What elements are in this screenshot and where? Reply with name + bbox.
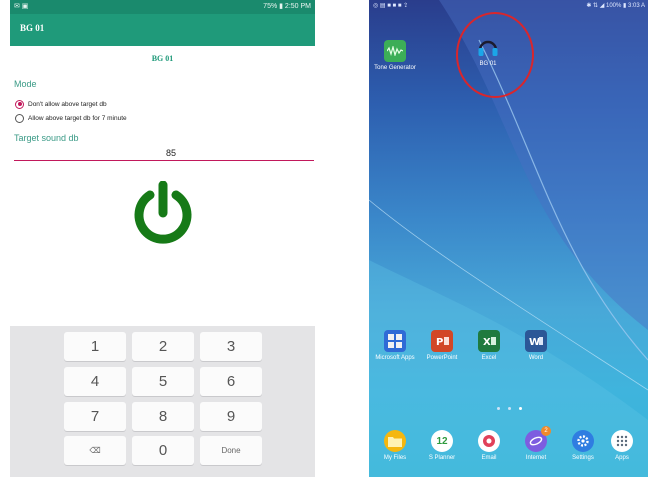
key-1[interactable]: 1 bbox=[64, 332, 126, 361]
notification-badge: 2 bbox=[541, 426, 551, 436]
app-label: PowerPoint bbox=[426, 355, 458, 361]
app-apps[interactable]: Apps bbox=[596, 430, 648, 462]
radio-button-unselected[interactable] bbox=[15, 113, 24, 123]
app-label: Word bbox=[528, 355, 544, 361]
key-5[interactable]: 5 bbox=[132, 367, 194, 396]
key-3[interactable]: 3 bbox=[200, 332, 262, 361]
powerpoint-icon: P bbox=[431, 330, 453, 352]
status-bar: ✉ ▣ 75% ▮ 2:50 PM bbox=[10, 0, 315, 14]
app-label: Email bbox=[481, 455, 497, 461]
page-indicator bbox=[497, 397, 530, 415]
app-email[interactable]: Email bbox=[463, 430, 515, 462]
target-sound-input[interactable] bbox=[14, 146, 314, 161]
radio-label: Don't allow above target db bbox=[28, 100, 107, 108]
calendar-icon: 12 bbox=[431, 430, 453, 452]
page-dot bbox=[508, 407, 511, 410]
backspace-key[interactable]: ⌫ bbox=[64, 436, 126, 465]
key-2[interactable]: 2 bbox=[132, 332, 194, 361]
status-icons: ◎ ▤ ■ ■ ■ ⇪ bbox=[373, 3, 409, 9]
app-bar-title: BG 01 bbox=[20, 23, 45, 33]
app-label: Tone Generator bbox=[374, 65, 416, 71]
key-4[interactable]: 4 bbox=[64, 367, 126, 396]
key-7[interactable]: 7 bbox=[64, 402, 126, 431]
app-my-files[interactable]: My Files bbox=[369, 430, 421, 462]
excel-icon: X bbox=[478, 330, 500, 352]
gear-icon bbox=[572, 430, 594, 452]
app-tone-generator[interactable]: Tone Generator bbox=[369, 40, 421, 72]
mode-label: Mode bbox=[14, 79, 37, 89]
app-label: Microsoft Apps bbox=[375, 355, 415, 361]
app-internet[interactable]: Internet bbox=[510, 430, 562, 462]
highlight-circle bbox=[456, 12, 534, 98]
target-sound-label: Target sound db bbox=[14, 133, 79, 143]
left-phone-screen: ✉ ▣ 75% ▮ 2:50 PM BG 01 BG 01 Mode Don't… bbox=[10, 0, 315, 477]
app-s-planner[interactable]: 12 S Planner bbox=[416, 430, 468, 462]
app-label: Apps bbox=[615, 455, 629, 461]
apps-grid-icon bbox=[611, 430, 633, 452]
folder-icon bbox=[384, 430, 406, 452]
word-icon: W bbox=[525, 330, 547, 352]
app-label: My Files bbox=[383, 455, 407, 461]
app-label: Excel bbox=[481, 355, 497, 361]
waveform-icon bbox=[384, 40, 406, 62]
key-0[interactable]: 0 bbox=[132, 436, 194, 465]
svg-text:P: P bbox=[436, 337, 443, 348]
numeric-keypad: 1 2 3 4 5 6 7 8 9 ⌫ 0 Done bbox=[10, 326, 315, 477]
done-key[interactable]: Done bbox=[200, 436, 262, 465]
app-label: S Planner bbox=[428, 455, 456, 461]
email-icon bbox=[478, 430, 500, 452]
power-icon[interactable] bbox=[130, 181, 196, 247]
app-powerpoint[interactable]: P PowerPoint bbox=[416, 330, 468, 362]
app-word[interactable]: W Word bbox=[510, 330, 562, 362]
key-8[interactable]: 8 bbox=[132, 402, 194, 431]
radio-dont-allow[interactable]: Don't allow above target db bbox=[15, 98, 107, 110]
radio-allow-minutes[interactable]: Allow above target db for 7 minute bbox=[15, 112, 127, 124]
microsoft-apps-icon bbox=[384, 330, 406, 352]
page-dot bbox=[497, 407, 500, 410]
key-9[interactable]: 9 bbox=[200, 402, 262, 431]
status-bar: ◎ ▤ ■ ■ ■ ⇪ ✱ ⇅ ◢ 100% ▮ 3:03 A bbox=[369, 0, 648, 12]
key-6[interactable]: 6 bbox=[200, 367, 262, 396]
svg-text:X: X bbox=[483, 337, 491, 348]
svg-text:W: W bbox=[529, 337, 540, 348]
app-microsoft-apps[interactable]: Microsoft Apps bbox=[369, 330, 421, 362]
app-excel[interactable]: X Excel bbox=[463, 330, 515, 362]
radio-label: Allow above target db for 7 minute bbox=[28, 114, 127, 122]
app-bar: BG 01 bbox=[10, 14, 315, 46]
radio-button-selected[interactable] bbox=[15, 99, 24, 109]
status-time: ✱ ⇅ ◢ 100% ▮ 3:03 A bbox=[586, 3, 645, 9]
status-icons: ✉ ▣ bbox=[14, 3, 29, 10]
app-label: Internet bbox=[525, 455, 547, 461]
page-dot-active bbox=[519, 407, 522, 410]
status-time: 75% ▮ 2:50 PM bbox=[263, 3, 311, 10]
content-title: BG 01 bbox=[151, 54, 174, 63]
